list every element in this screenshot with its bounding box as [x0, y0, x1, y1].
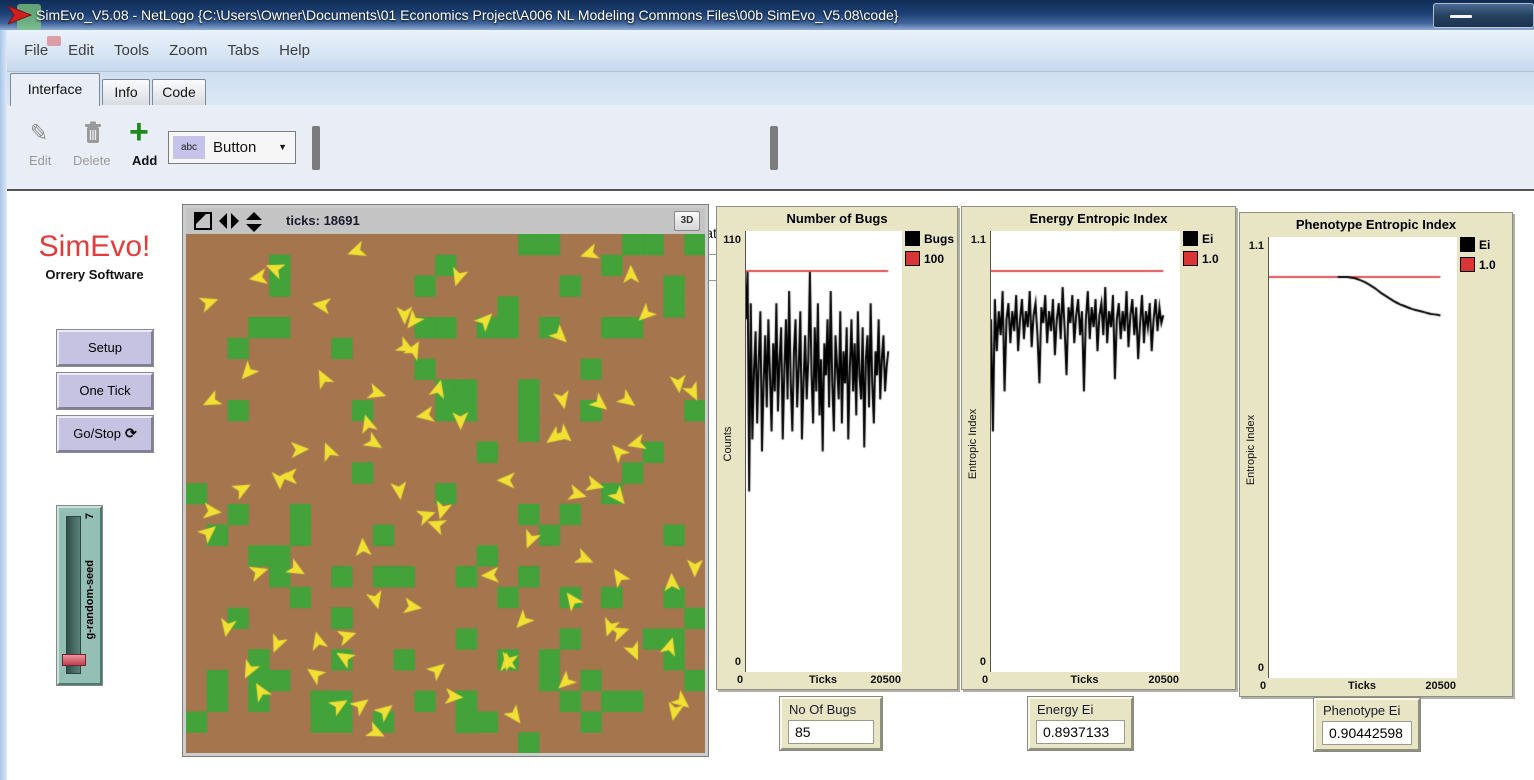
plot-number-of-bugs: Number of Bugs 110 Counts Bugs 100 0 0 T… — [716, 206, 958, 690]
simevo-logo: SimEvo! — [22, 230, 167, 264]
monitor-value: 85 — [788, 720, 874, 744]
x-axis-max-label: 20500 — [1268, 680, 1456, 692]
delete-trash-icon[interactable] — [82, 120, 104, 146]
world-view-header: ticks: 18691 3D — [186, 208, 705, 234]
monitor-no-of-bugs: No Of Bugs 85 — [780, 697, 882, 750]
plot-canvas — [745, 231, 902, 672]
plot-canvas — [990, 231, 1180, 672]
legend-label: Ei — [1202, 232, 1213, 246]
one-tick-button[interactable]: One Tick — [57, 373, 153, 409]
legend-label: 1.0 — [1479, 258, 1496, 272]
resize-vertical-icon[interactable] — [245, 212, 263, 232]
menu-zoom[interactable]: Zoom — [159, 30, 217, 71]
legend-swatch — [1183, 231, 1198, 246]
add-button-label[interactable]: Add — [132, 153, 157, 168]
plot-canvas — [1268, 237, 1457, 678]
plot-energy-entropic-index: Energy Entropic Index 1.1 Entropic Index… — [961, 206, 1236, 690]
y-axis-max-label: 1.1 — [1240, 240, 1264, 252]
x-axis-max-label: 20500 — [990, 674, 1179, 686]
monitor-value: 0.8937133 — [1036, 720, 1125, 744]
legend-swatch — [1460, 257, 1475, 272]
widget-type-label: Button — [213, 132, 256, 163]
menu-tools[interactable]: Tools — [104, 30, 159, 71]
legend-label: Bugs — [924, 232, 954, 246]
netlogo-window: SimEvo_V5.08 - NetLogo {C:\Users\Owner\D… — [0, 0, 1534, 780]
tab-code[interactable]: Code — [152, 79, 206, 106]
x-axis-max-label: 20500 — [745, 674, 901, 686]
aero-glass-artifact — [47, 36, 61, 46]
window-left-border — [0, 30, 7, 780]
interface-toolbar: ✎ Edit Delete + Add abc Button ▼ faster … — [7, 105, 1534, 191]
menu-tabs[interactable]: Tabs — [217, 30, 269, 71]
menu-edit[interactable]: Edit — [58, 30, 104, 71]
plot-title: Phenotype Entropic Index — [1240, 217, 1512, 232]
plot-legend: Ei 1.0 — [1460, 237, 1496, 277]
menu-help[interactable]: Help — [269, 30, 320, 71]
simevo-subtitle: Orrery Software — [22, 267, 167, 282]
monitor-value: 0.90442598 — [1322, 721, 1412, 745]
y-axis-max-label: 1.1 — [962, 234, 986, 246]
monitor-phenotype-ei: Phenotype Ei 0.90442598 — [1314, 698, 1420, 751]
world-canvas[interactable] — [186, 234, 705, 753]
view-3d-button[interactable]: 3D — [674, 211, 700, 231]
legend-swatch — [1460, 237, 1475, 252]
x-axis-min-label: 0 — [1260, 680, 1266, 692]
ticks-counter: ticks: 18691 — [286, 213, 360, 228]
y-axis-min-label: 0 — [962, 656, 986, 668]
title-bar: SimEvo_V5.08 - NetLogo {C:\Users\Owner\D… — [0, 0, 1534, 30]
delete-button-label[interactable]: Delete — [73, 153, 111, 168]
toolbar-separator — [312, 126, 320, 170]
y-axis-label: Entropic Index — [967, 374, 981, 514]
resize-horizontal-icon[interactable] — [219, 212, 239, 230]
legend-label: Ei — [1479, 238, 1490, 252]
setup-button[interactable]: Setup — [57, 330, 153, 366]
y-axis-min-label: 0 — [717, 656, 741, 668]
x-axis-min-label: 0 — [737, 674, 743, 686]
y-axis-label: Counts — [722, 374, 736, 514]
chevron-down-icon: ▼ — [278, 132, 287, 163]
legend-swatch — [1183, 251, 1198, 266]
go-stop-label: Go/Stop — [73, 426, 121, 441]
random-seed-slider[interactable]: 7 g-random-seed — [57, 506, 102, 685]
button-widget-icon: abc — [173, 136, 205, 159]
add-plus-icon[interactable]: + — [129, 113, 149, 152]
minimize-icon — [1450, 15, 1472, 18]
netlogo-logo-icon — [8, 5, 32, 25]
slider-label: g-random-seed — [84, 560, 96, 639]
forever-icon: ⟳ — [125, 425, 137, 441]
slider-handle[interactable] — [62, 654, 86, 666]
minimize-button[interactable] — [1433, 3, 1534, 28]
go-stop-button[interactable]: Go/Stop ⟳ — [57, 416, 153, 452]
edit-pencil-icon[interactable]: ✎ — [30, 119, 48, 148]
slider-track[interactable] — [66, 516, 81, 674]
x-axis-min-label: 0 — [982, 674, 988, 686]
plot-phenotype-entropic-index: Phenotype Entropic Index 1.1 Entropic In… — [1239, 212, 1513, 697]
monitor-label: No Of Bugs — [789, 702, 856, 717]
plot-legend: Ei 1.0 — [1183, 231, 1219, 271]
plot-title: Number of Bugs — [717, 211, 957, 226]
window-title: SimEvo_V5.08 - NetLogo {C:\Users\Owner\D… — [36, 0, 898, 30]
y-axis-min-label: 0 — [1240, 662, 1264, 674]
toolbar-separator — [770, 126, 778, 170]
tab-info[interactable]: Info — [102, 79, 150, 106]
resize-diagonal-icon[interactable] — [194, 212, 212, 230]
y-axis-max-label: 110 — [717, 234, 741, 246]
legend-label: 100 — [924, 252, 944, 266]
tab-interface[interactable]: Interface — [10, 73, 100, 106]
edit-button-label[interactable]: Edit — [29, 153, 51, 168]
monitor-label: Energy Ei — [1037, 702, 1093, 717]
tab-row: Interface Info Code — [7, 72, 1534, 106]
legend-label: 1.0 — [1202, 252, 1219, 266]
widget-type-dropdown[interactable]: abc Button ▼ — [168, 131, 296, 164]
slider-value: 7 — [84, 513, 96, 519]
menu-bar: File Edit Tools Zoom Tabs Help — [0, 30, 1534, 72]
monitor-energy-ei: Energy Ei 0.8937133 — [1028, 697, 1133, 750]
world-view: ticks: 18691 3D — [183, 205, 708, 756]
monitor-label: Phenotype Ei — [1323, 703, 1400, 718]
plot-legend: Bugs 100 — [905, 231, 954, 271]
legend-swatch — [905, 251, 920, 266]
legend-swatch — [905, 231, 920, 246]
y-axis-label: Entropic Index — [1245, 380, 1259, 520]
plot-title: Energy Entropic Index — [962, 211, 1235, 226]
